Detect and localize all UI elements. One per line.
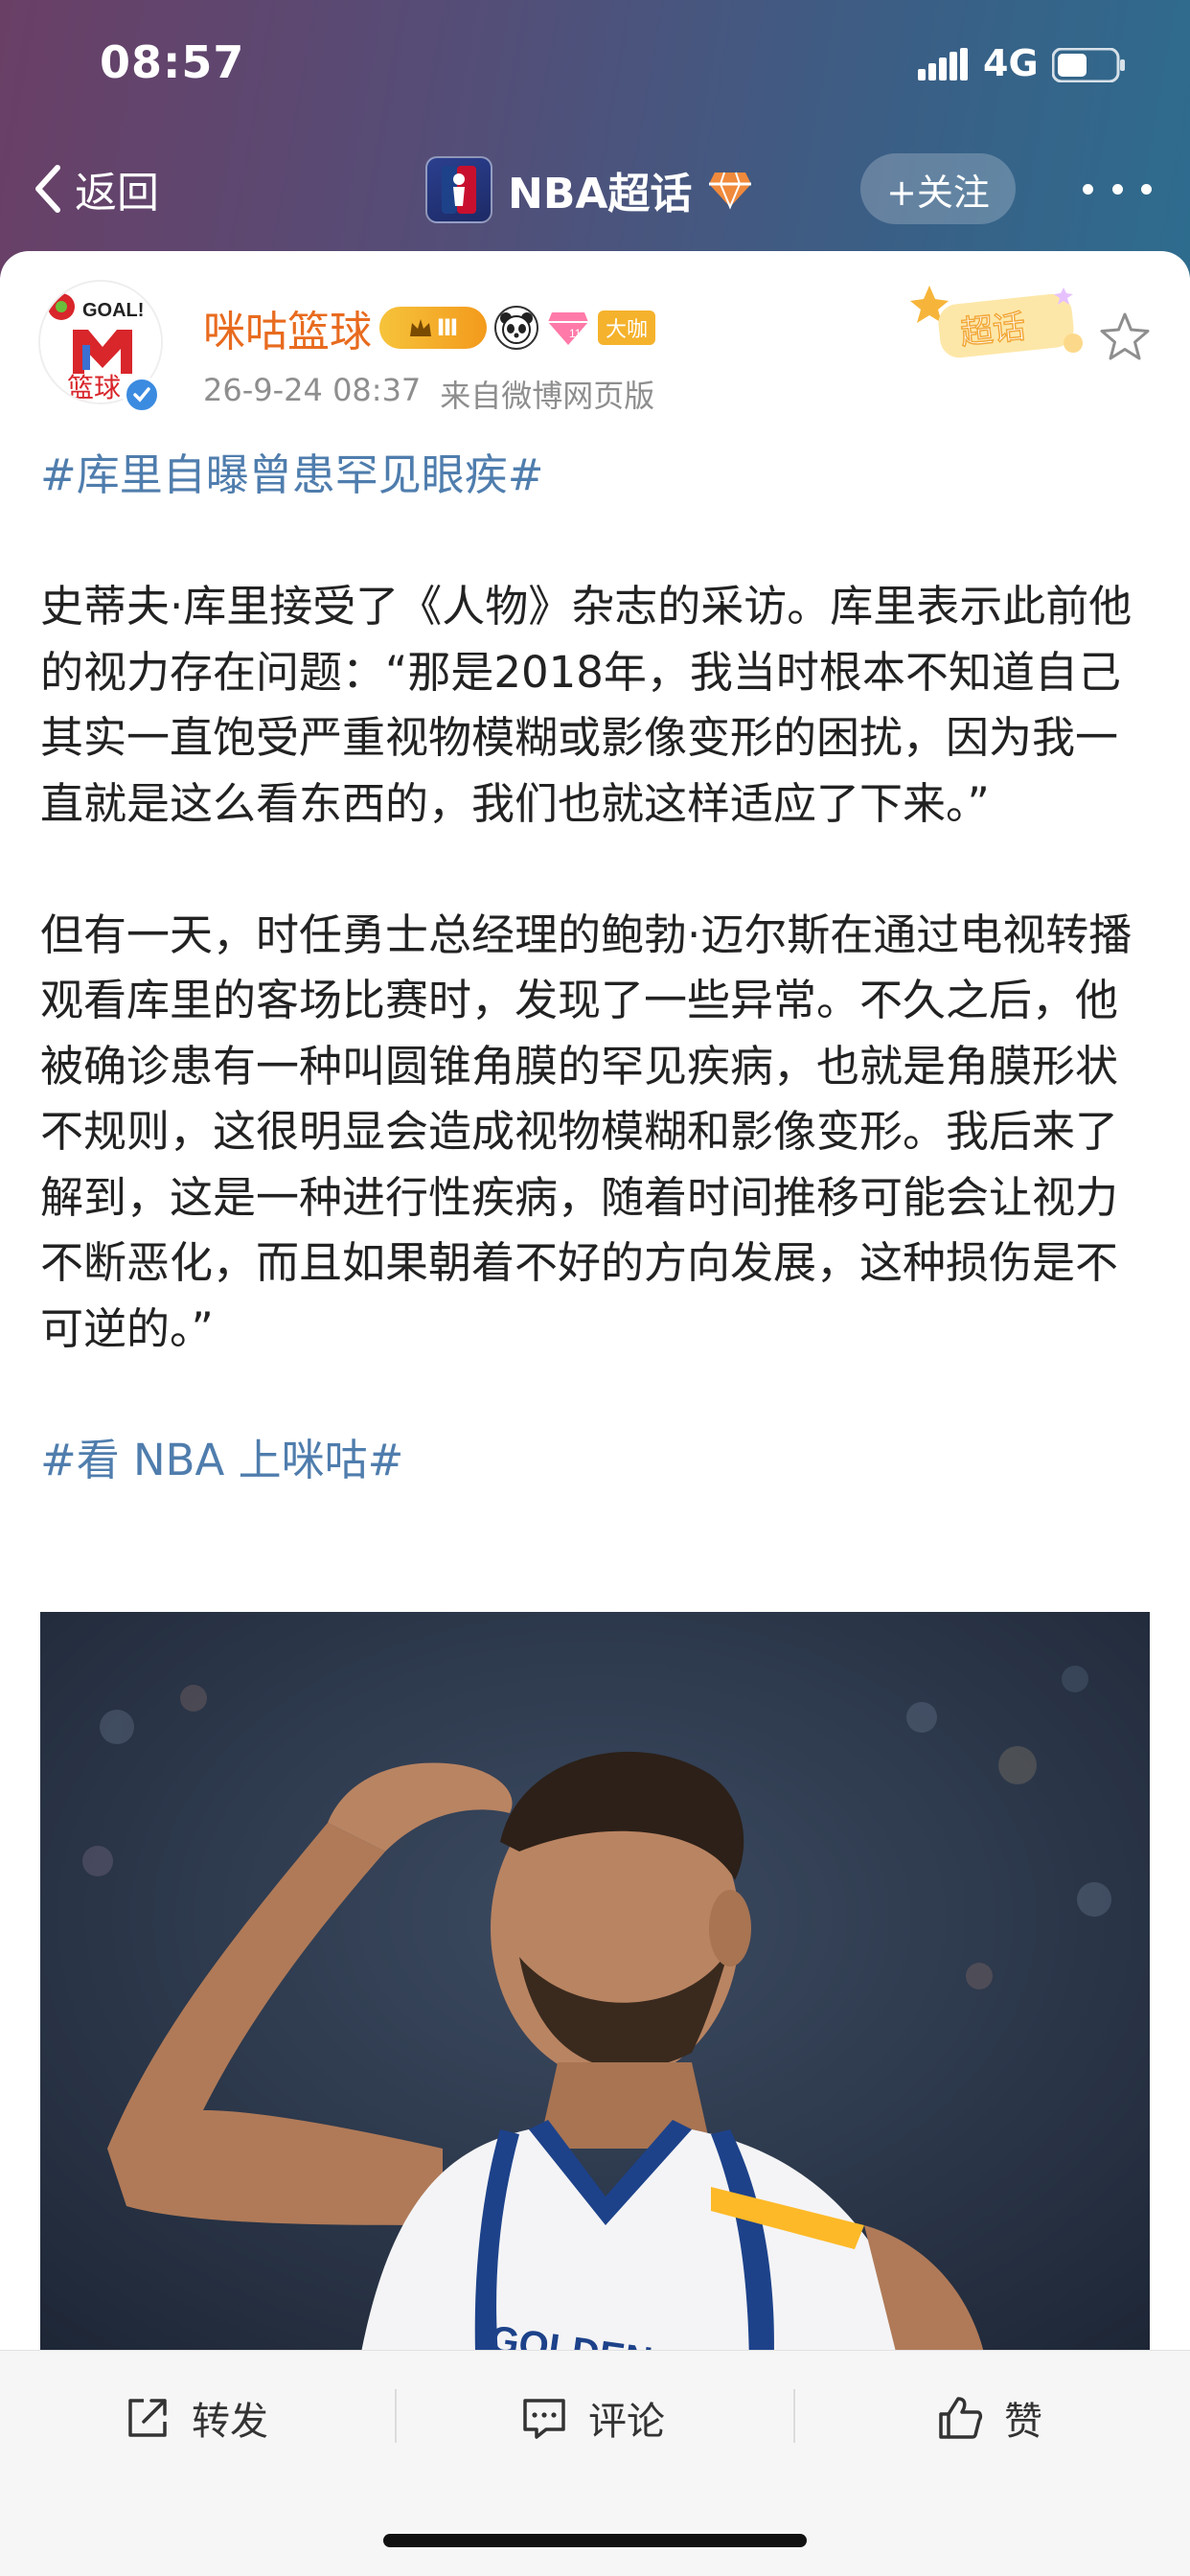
svg-text:11: 11 — [569, 327, 582, 340]
like-label: 赞 — [1004, 2400, 1042, 2444]
crown-icon — [409, 319, 431, 336]
verified-icon — [123, 376, 161, 414]
super-badge-text: 超话 — [958, 308, 1027, 353]
post-body: #库里自曝曾患罕见眼疾# 史蒂夫·库里接受了《人物》杂志的采访。库里表示此前他的… — [40, 443, 1152, 1493]
star-favorite-icon[interactable] — [1098, 310, 1152, 364]
back-button[interactable]: 返回 — [29, 155, 159, 222]
comment-label: 评论 — [588, 2400, 665, 2444]
super-topic-badge[interactable]: 超话 — [910, 280, 1094, 358]
chevron-left-icon — [35, 165, 60, 213]
rank-badge-text: Ⅲ — [436, 314, 459, 341]
network-type: 4G — [983, 42, 1039, 84]
repost-button[interactable]: 转发 — [123, 2389, 268, 2447]
status-time: 08:57 — [100, 36, 245, 88]
battery-icon — [1052, 48, 1125, 82]
thumbs-up-icon — [939, 2397, 983, 2439]
signal-icon — [918, 48, 968, 80]
super-topic-gem-icon — [709, 172, 752, 210]
divider — [793, 2389, 795, 2443]
like-button[interactable]: 赞 — [935, 2389, 1042, 2447]
nav-bar: 返回 NBA超话 +关注 — [0, 144, 1190, 240]
follow-button[interactable]: +关注 — [860, 153, 1016, 224]
back-label: 返回 — [75, 169, 159, 218]
avatar-text-top: GOAL! — [82, 300, 144, 321]
post-paragraph-1: 史蒂夫·库里接受了《人物》杂志的采访。库里表示此前他的视力存在问题：“那是201… — [40, 581, 1133, 829]
comment-button[interactable]: 评论 — [519, 2389, 665, 2447]
topic-header[interactable]: NBA超话 — [425, 151, 753, 228]
post-source: 来自微博网页版 — [440, 378, 655, 414]
comment-icon — [523, 2399, 565, 2439]
nba-logo-icon — [425, 156, 492, 223]
hashtag-bottom[interactable]: #看 NBA 上咪咕# — [40, 1428, 1152, 1494]
divider — [395, 2389, 397, 2443]
home-indicator[interactable] — [383, 2534, 807, 2547]
status-bar: 08:57 4G — [0, 0, 1190, 134]
member-rank-badge[interactable]: Ⅲ — [379, 307, 487, 349]
post-image[interactable]: GOLDEN STATE — [40, 1612, 1150, 2350]
post-date: 26-9-24 08:37 — [203, 372, 422, 408]
hashtag-title[interactable]: #库里自曝曾患罕见眼疾# — [40, 443, 1152, 509]
diamond-badge-icon[interactable]: 11 — [546, 307, 590, 349]
big-v-badge[interactable]: 大咖 — [598, 310, 655, 345]
author-name[interactable]: 咪咕篮球 — [203, 297, 372, 358]
repost-label: 转发 — [192, 2400, 268, 2444]
more-dots-icon[interactable] — [1083, 165, 1152, 213]
panda-badge-icon[interactable] — [494, 306, 538, 350]
author-row: 咪咕篮球 Ⅲ 11 大咖 — [203, 299, 655, 356]
topic-title: NBA超话 — [508, 170, 693, 218]
post-card: GOAL! 篮球 咪咕篮球 Ⅲ 11 大咖 26-9-24 08:37 来自微博… — [0, 251, 1190, 2350]
post-paragraph-2: 但有一天，时任勇士总经理的鲍勃·迈尔斯在通过电视转播观看库里的客场比赛时，发现了… — [40, 908, 1133, 1354]
avatar-text-bottom: 篮球 — [67, 372, 121, 403]
share-icon — [128, 2399, 167, 2437]
post-meta: 26-9-24 08:37 来自微博网页版 — [203, 372, 654, 416]
